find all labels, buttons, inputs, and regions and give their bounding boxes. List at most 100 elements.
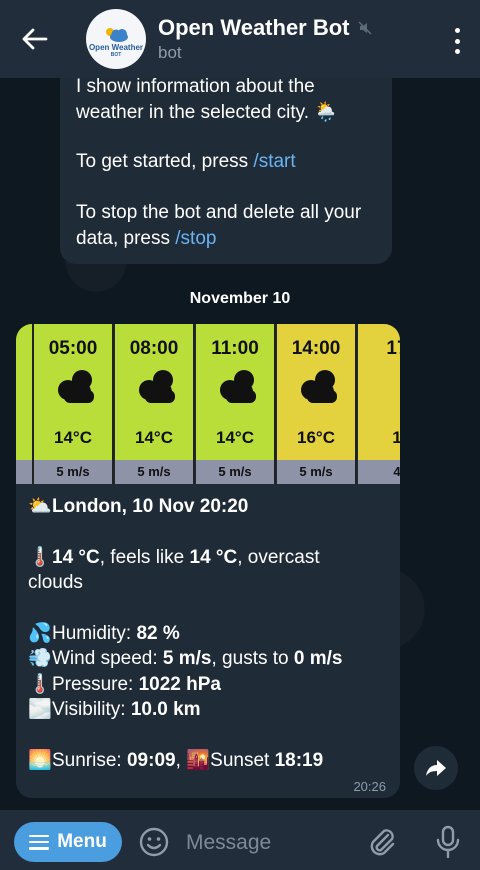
stop-line-1: To stop the bot and delete all your — [76, 202, 362, 223]
pressure-value: 1022 hPa — [138, 673, 221, 695]
stop-line-2: data, press /stop — [76, 226, 396, 252]
forecast-temp: 1 — [392, 428, 400, 447]
chat-title: Open Weather Bot — [158, 15, 350, 40]
forecast-strip[interactable]: 00 Cs 05:00 14°C 5 m/s 08:00 14°C 5 m/s 11:00 14°… — [16, 324, 400, 484]
wind-icon: 💨 — [28, 648, 52, 669]
humidity-value: 82 % — [136, 622, 180, 644]
forecast-temp: 14°C — [216, 428, 254, 447]
temperature-line: 🌡️14 °C, feels like 14 °C, overcast — [28, 545, 400, 571]
chat-title-block[interactable]: Open Weather Bot bot — [158, 15, 372, 63]
avatar-title: Open Weather — [88, 42, 144, 52]
fog-icon: 🌫️ — [28, 699, 52, 720]
forecast-wind: 5 m/s — [56, 464, 90, 479]
dot-icon — [454, 38, 460, 44]
feels-value: 14 °C — [189, 546, 238, 568]
emoji-icon[interactable] — [138, 826, 170, 858]
paperclip-icon[interactable] — [366, 826, 398, 858]
forecast-cell: 05:00 14°C 5 m/s — [34, 324, 114, 484]
pressure-label: Pressure: — [52, 673, 139, 695]
gusts-value: 0 m/s — [293, 648, 343, 669]
pressure-line: 🌡️Pressure: 1022 hPa — [28, 672, 400, 698]
gusts-text: , gusts to — [211, 648, 294, 669]
forecast-cell-top: 17 1 — [358, 324, 400, 460]
forecast-time: 14:00 — [291, 338, 341, 359]
cloud-icon — [139, 370, 175, 403]
chat-header: Open Weather BOT Open Weather Bot bot — [0, 0, 480, 78]
stop-command-link[interactable]: /stop — [175, 228, 216, 249]
dot-icon — [454, 28, 460, 33]
forecast-cell-top: 14:00 16°C — [277, 324, 355, 460]
sunset-icon: 🌇 — [186, 749, 210, 771]
droplets-icon: 💦 — [28, 622, 52, 644]
back-button[interactable] — [0, 0, 70, 78]
condition-text: , overcast — [237, 546, 320, 568]
microphone-icon[interactable] — [432, 824, 464, 860]
forecast-cell-top: 05:00 14°C — [34, 324, 112, 460]
location-line: ⛅London, 10 Nov 20:20 — [28, 494, 400, 520]
cloud-icon — [58, 370, 94, 403]
forecast-wind: 5 m/s — [137, 464, 171, 479]
forecast-cell: 1714 — [358, 324, 400, 484]
forecast-wind: 4 — [393, 464, 400, 479]
sunrise-value: 09:09 — [126, 749, 176, 771]
forecast-time: 17 — [386, 338, 400, 359]
forecast-temp: 16°C — [297, 428, 335, 447]
forecast-time: 11:00 — [211, 338, 259, 359]
forecast-time: 05:00 — [48, 338, 98, 359]
forward-button[interactable] — [414, 746, 458, 790]
start-command-link[interactable]: /start — [253, 151, 295, 172]
intro-line-2: weather in the selected city. 🌦️ — [76, 102, 338, 123]
message-input[interactable] — [184, 826, 358, 860]
menu-button[interactable]: Menu — [14, 822, 122, 862]
thermometer-icon: 🌡️ — [28, 546, 52, 568]
thermometer-icon: 🌡️ — [28, 673, 52, 695]
menu-icon — [29, 834, 50, 850]
forecast-cell: 00 Cs — [16, 324, 34, 484]
dot-icon — [454, 49, 460, 54]
message-bubble-weather[interactable]: 00 Cs 05:00 14°C 5 m/s 08:00 14°C 5 m/s 11:00 14°… — [16, 324, 400, 798]
more-options-button[interactable] — [452, 28, 462, 54]
forecast-cell-top: 08:00 14°C — [115, 324, 193, 460]
wind-label: Wind speed: — [52, 648, 163, 669]
visibility-line: 🌫️Visibility: 10.0 km — [28, 697, 400, 723]
stop-text: data, press — [76, 228, 176, 249]
menu-label: Menu — [57, 831, 107, 852]
humidity-line: 💦Humidity: 82 % — [28, 621, 400, 647]
location-text: London, 10 Nov 20:20 — [52, 496, 249, 517]
wind-value: 5 m/s — [162, 648, 212, 669]
forecast-wind-row: 5 m/s — [196, 460, 274, 484]
visibility-value: 10.0 km — [130, 699, 201, 720]
start-text: To get started, press — [76, 151, 254, 172]
forecast-cell-top: 11:00 14°C — [196, 324, 274, 460]
feels-text: , feels like — [99, 546, 190, 568]
forecast-time: 00 — [16, 338, 32, 360]
start-line: To get started, press /start — [76, 149, 396, 175]
forecast-wind-row: 5 m/s — [277, 460, 355, 484]
visibility-label: Visibility: — [52, 699, 131, 720]
cloud-sun-icon — [106, 27, 128, 42]
composer-bar: Menu — [0, 810, 480, 870]
cloud-icon — [220, 370, 256, 403]
forecast-temp: 14°C — [135, 428, 173, 447]
forecast-wind-row: 5 m/s — [115, 460, 193, 484]
forecast-wind: 5 m/s — [218, 464, 252, 479]
muted-icon — [357, 21, 372, 35]
cloud-sun-icon: ⛅ — [28, 496, 52, 517]
weather-info: ⛅London, 10 Nov 20:20 🌡️ 14 °C, feels lik… — [28, 494, 400, 773]
sun-line: 🌅Sunrise: 09:09, 🌇Sunset 18:19 — [28, 748, 400, 774]
sunrise-label: Sunrise: — [52, 749, 127, 771]
message-bubble-intro[interactable]: I show information about the weather in … — [60, 60, 392, 264]
cloud-icon — [301, 370, 337, 403]
condition-line-2: clouds — [28, 572, 83, 593]
forecast-wind-row: s — [16, 460, 32, 484]
message-time: 20:26 — [353, 779, 386, 794]
forecast-temp: 14°C — [54, 428, 92, 447]
sunset-value: 18:19 — [274, 749, 324, 771]
humidity-label: Humidity: — [52, 622, 137, 644]
avatar[interactable]: Open Weather BOT — [86, 9, 146, 69]
share-arrow-icon — [426, 760, 446, 776]
forecast-cell: 08:00 14°C 5 m/s — [115, 324, 195, 484]
wind-line: 💨Wind speed: 5 m/s, gusts to 0 m/s — [28, 646, 400, 672]
forecast-time: 08:00 — [129, 338, 179, 359]
forecast-temp: C — [16, 428, 32, 448]
